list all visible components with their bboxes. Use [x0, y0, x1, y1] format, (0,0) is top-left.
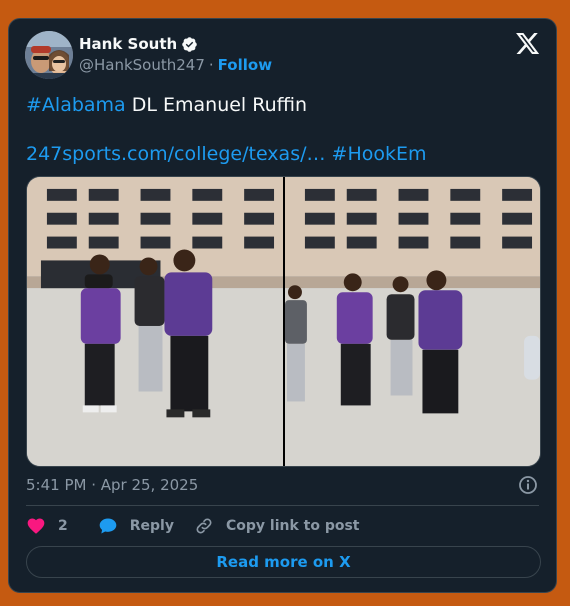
like-button[interactable]: 2 [26, 516, 68, 536]
media-photo-left[interactable] [27, 177, 283, 466]
info-icon[interactable] [518, 475, 538, 495]
author-display-name[interactable]: Hank South [79, 35, 177, 53]
copy-link-label: Copy link to post [225, 518, 360, 534]
x-logo-icon[interactable] [516, 33, 540, 55]
reply-button[interactable]: Reply [98, 516, 174, 536]
hashtag-hookem[interactable]: #HookEm [332, 143, 427, 165]
verified-badge-icon [181, 36, 198, 53]
tweet-actions: 2 Reply Copy link to post [26, 515, 360, 537]
read-more-button[interactable]: Read more on X [26, 546, 541, 578]
copy-link-button[interactable]: Copy link to post [194, 516, 360, 536]
tweet-timestamp[interactable]: 5:41 PM · Apr 25, 2025 [26, 476, 198, 494]
embedded-tweet-card: Hank South @HankSouth247 · Follow #Alaba… [8, 18, 557, 593]
media-photo-right[interactable] [285, 177, 540, 466]
reply-bubble-icon [99, 518, 117, 534]
follow-button[interactable]: Follow [218, 56, 272, 74]
hashtag-alabama[interactable]: #Alabama [26, 94, 126, 116]
tweet-text: #Alabama DL Emanuel Ruffin 247sports.com… [26, 93, 541, 167]
divider [26, 505, 539, 506]
heart-icon [27, 518, 45, 534]
author-handle-row: @HankSouth247 · Follow [79, 56, 272, 74]
article-link[interactable]: 247sports.com/college/texas/… [26, 143, 326, 165]
tweet-media[interactable] [26, 176, 541, 467]
author-handle[interactable]: @HankSouth247 [79, 56, 205, 74]
tweet-text-body: DL Emanuel Ruffin [125, 94, 308, 116]
like-count: 2 [58, 518, 68, 534]
author-name-row: Hank South [79, 35, 198, 53]
author-avatar[interactable] [25, 31, 73, 79]
link-icon [196, 518, 212, 534]
reply-label: Reply [129, 518, 174, 534]
handle-separator: · [208, 56, 214, 74]
